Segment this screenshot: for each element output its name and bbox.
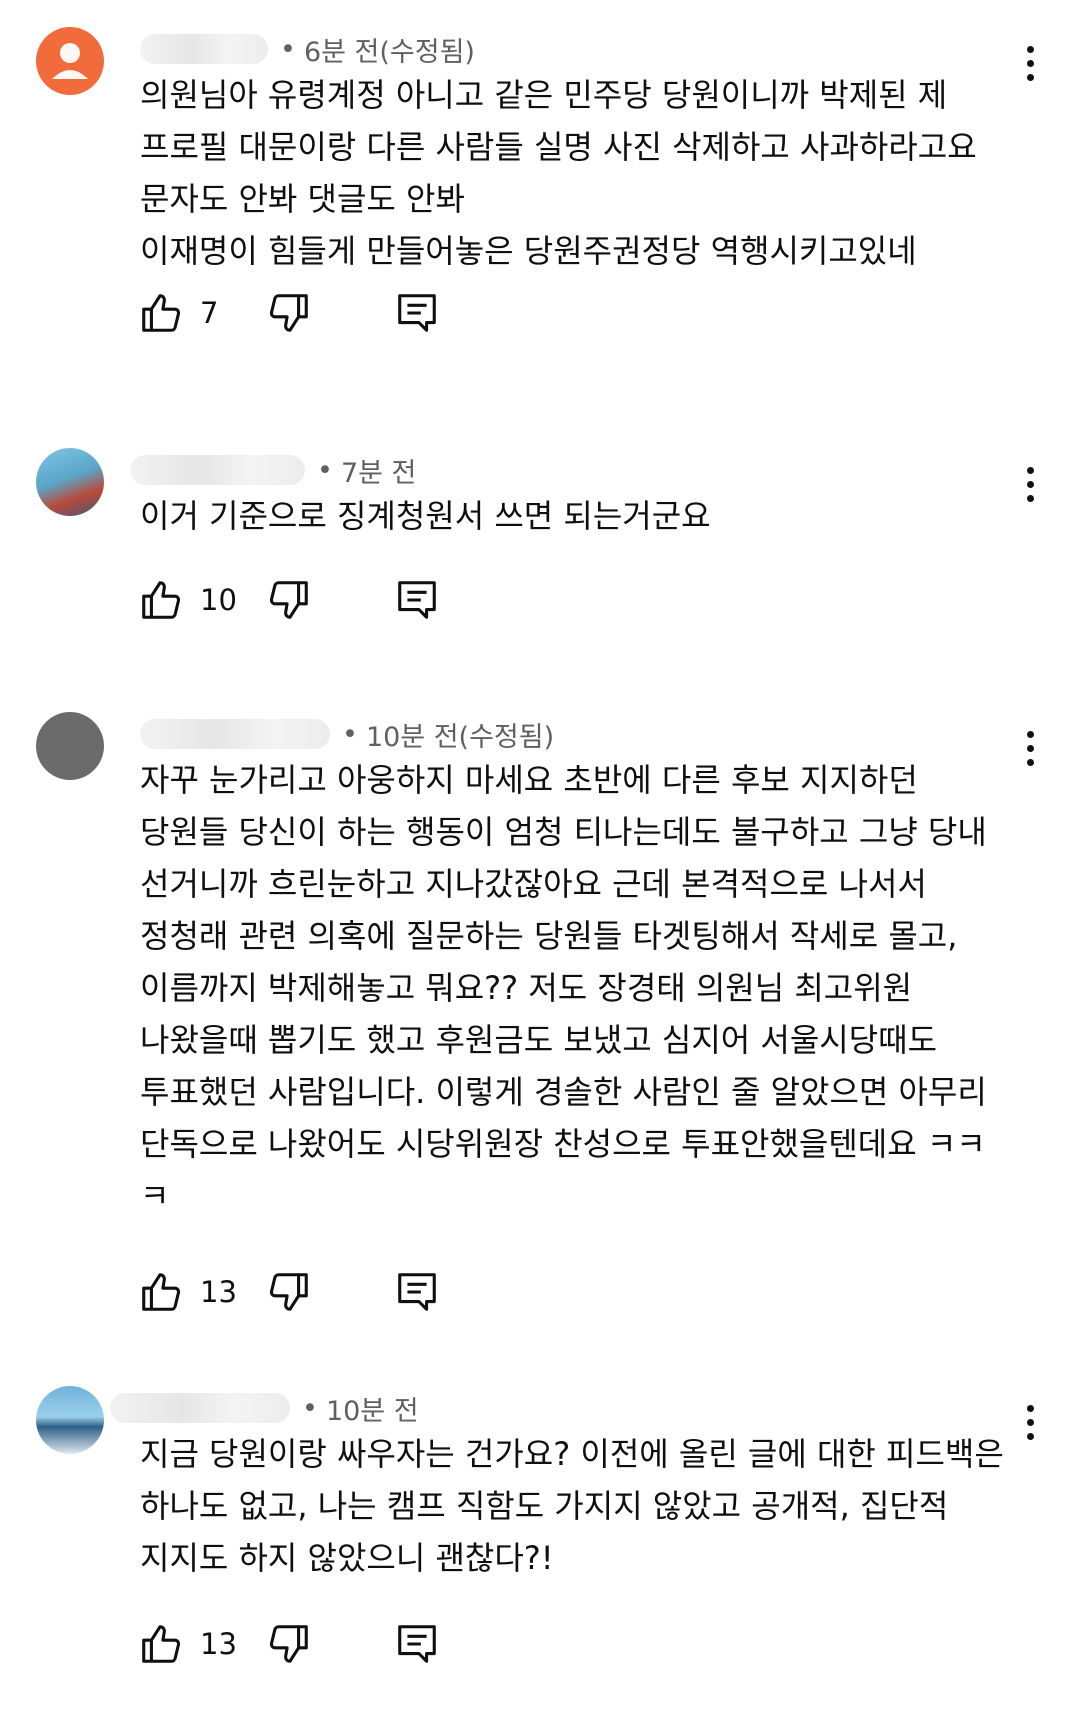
reply-icon <box>398 1273 436 1311</box>
like-button[interactable]: 7 <box>138 285 218 341</box>
like-count: 13 <box>200 1275 237 1309</box>
thumbs-up-icon <box>142 294 181 332</box>
more-vert-icon[interactable] <box>1010 33 1050 93</box>
reply-icon <box>398 1625 436 1663</box>
comment-meta: • 6분 전(수정됨) <box>140 29 475 69</box>
thumbs-down-icon <box>269 581 308 619</box>
thumbs-down-icon <box>269 1625 308 1663</box>
like-button[interactable]: 13 <box>138 1616 237 1672</box>
comment-meta: • 10분 전 <box>110 1388 419 1428</box>
comment-time: 10분 전(수정됨) <box>365 721 555 753</box>
thumbs-down-icon <box>269 1273 308 1311</box>
reply-icon <box>398 581 436 619</box>
more-vert-icon[interactable] <box>1010 454 1050 514</box>
like-button[interactable]: 10 <box>138 572 237 628</box>
thumbs-up-icon <box>142 1273 181 1311</box>
thumbs-up-icon <box>142 1625 181 1663</box>
avatar[interactable] <box>36 712 104 780</box>
like-count: 13 <box>200 1627 237 1661</box>
comment-text: 의원님아 유령계정 아니고 같은 민주당 당원이니까 박제된 제 프로필 대문이… <box>140 76 977 270</box>
comment-time: 6분 전(수정됨) <box>303 36 475 68</box>
comment-text: 이거 기준으로 징계청원서 쓰면 되는거군요 <box>140 497 711 535</box>
more-vert-icon[interactable] <box>1010 1392 1050 1452</box>
thumbs-down-icon <box>269 294 308 332</box>
blurred-username <box>140 719 330 749</box>
comment-meta: • 10분 전(수정됨) <box>140 714 554 754</box>
like-count: 7 <box>200 296 219 330</box>
comment-text: 지금 당원이랑 싸우자는 건가요? 이전에 올린 글에 대한 피드백은 하나도 … <box>140 1435 1004 1577</box>
like-count: 10 <box>200 583 237 617</box>
more-vert-icon[interactable] <box>1010 718 1050 778</box>
comment-text: 자꾸 눈가리고 아웅하지 마세요 초반에 다른 후보 지지하던 당원들 당신이 … <box>140 761 987 1215</box>
dislike-button[interactable] <box>266 285 312 341</box>
avatar[interactable] <box>36 1386 104 1454</box>
blurred-username <box>130 455 305 485</box>
thumbs-up-icon <box>142 581 181 619</box>
dislike-button[interactable] <box>266 1616 312 1672</box>
reply-button[interactable] <box>394 1264 440 1320</box>
reply-button[interactable] <box>394 1616 440 1672</box>
reply-button[interactable] <box>394 285 440 341</box>
blurred-username <box>140 34 268 64</box>
avatar[interactable] <box>36 27 104 95</box>
comment-meta: • 7분 전 <box>130 450 416 490</box>
like-button[interactable]: 13 <box>138 1264 237 1320</box>
reply-button[interactable] <box>394 572 440 628</box>
dislike-button[interactable] <box>266 572 312 628</box>
comment-time: 7분 전 <box>340 457 417 489</box>
avatar[interactable] <box>36 448 104 516</box>
comment-time: 10분 전 <box>325 1395 419 1427</box>
blurred-username <box>110 1393 290 1423</box>
dislike-button[interactable] <box>266 1264 312 1320</box>
reply-icon <box>398 294 436 332</box>
